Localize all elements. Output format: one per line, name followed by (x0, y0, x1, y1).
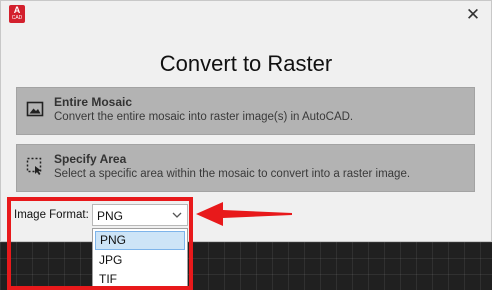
image-format-label: Image Format: (14, 209, 89, 221)
drawing-canvas[interactable] (0, 242, 492, 290)
format-option-tif[interactable]: TIF (95, 270, 185, 289)
image-format-select[interactable]: PNG (92, 204, 188, 226)
option-description: Select a specific area within the mosaic… (54, 168, 411, 180)
option-description: Convert the entire mosaic into raster im… (54, 111, 354, 123)
format-option-jpg[interactable]: JPG (95, 251, 185, 270)
area-select-icon (26, 157, 42, 175)
dialog-title: Convert to Raster (159, 51, 333, 76)
chevron-down-icon (172, 212, 182, 218)
format-option-png[interactable]: PNG (95, 231, 185, 250)
option-title: Specify Area (54, 152, 127, 166)
image-format-value: PNG (97, 209, 124, 223)
specify-area-button[interactable]: Specify Area Select a specific area with… (16, 144, 475, 192)
autocad-app-icon: A CAD (9, 5, 25, 23)
entire-mosaic-button[interactable]: Entire Mosaic Convert the entire mosaic … (16, 87, 475, 135)
image-format-dropdown: PNG JPG TIF (92, 228, 188, 290)
image-icon (26, 101, 44, 117)
app-icon-subtext: CAD (11, 15, 23, 21)
convert-to-raster-dialog: A CAD ✕ Convert to Raster Entire Mosaic … (0, 0, 492, 242)
title-bar: A CAD ✕ (1, 1, 491, 31)
close-icon[interactable]: ✕ (461, 4, 485, 26)
app-icon-letter: A (13, 5, 21, 15)
option-title: Entire Mosaic (54, 95, 133, 109)
